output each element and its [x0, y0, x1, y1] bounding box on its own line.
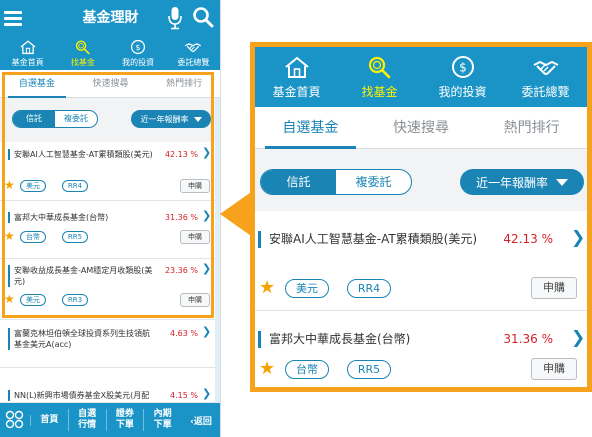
nav-order-overview[interactable]: 委託總覽 — [166, 36, 220, 70]
fund-return: 31.36 % — [503, 332, 553, 346]
apps-grid-icon[interactable] — [0, 409, 30, 431]
main-nav: 基金首頁 找基金 $ 我的投資 委託總覽 — [0, 36, 220, 70]
coin-icon: $ — [451, 55, 474, 78]
fund-row[interactable]: 富邦大中華成長基金(台幣) 31.36 % ❯ ★ 台幣 RR5 申購 — [255, 311, 587, 387]
buy-button[interactable]: 申購 — [531, 277, 577, 299]
handshake-icon — [533, 60, 558, 75]
back-label: 返回 — [193, 416, 212, 427]
home-icon — [284, 56, 309, 78]
nav-order-overview[interactable]: 委託總覽 — [504, 47, 587, 107]
fund-row[interactable]: NN(L)新興市場債券基金X股美元(月配 4.15 % ❯ — [0, 388, 215, 403]
search-fund-icon — [368, 56, 390, 78]
zoom-panel: 基金首頁 找基金 $ 我的投資 委託總覽 自選基金 快速搜尋 熱門排行 信託 複… — [250, 42, 592, 392]
back-button[interactable]: ‹返回 — [181, 414, 220, 427]
handshake-icon — [185, 42, 202, 52]
fund-name: 安聯AI人工智慧基金-AT累積類股(美元) — [258, 231, 484, 248]
fund-return: 4.63 % — [170, 329, 198, 338]
search-icon[interactable] — [192, 6, 214, 28]
trade-type-toggle: 信託 複委託 — [260, 169, 412, 195]
fund-name: NN(L)新興市場債券基金X股美元(月配 — [8, 390, 156, 401]
currency-tag: 台幣 — [285, 360, 329, 379]
toolbar-futures-order[interactable]: 內期 下單 — [143, 409, 181, 431]
fund-return: 42.13 % — [503, 232, 553, 246]
toolbar-home[interactable]: 首頁 — [30, 414, 68, 426]
chevron-right-icon[interactable]: ❯ — [571, 228, 585, 248]
search-fund-icon — [75, 40, 90, 54]
segment-sub-brokerage[interactable]: 複委託 — [336, 170, 411, 194]
nav-label: 基金首頁 — [272, 84, 321, 99]
nav-label: 委託總覽 — [521, 84, 570, 99]
highlight-box — [2, 72, 214, 318]
fund-row[interactable]: 安聯AI人工智慧基金-AT累積類股(美元) 42.13 % ❯ ★ 美元 RR4… — [255, 211, 587, 311]
nav-label: 基金首頁 — [11, 57, 44, 67]
coin-icon: $ — [131, 39, 146, 54]
nav-label: 委託總覽 — [177, 57, 210, 67]
risk-tag: RR5 — [347, 360, 391, 379]
sort-label: 近一年報酬率 — [475, 175, 548, 190]
microphone-icon[interactable] — [168, 6, 182, 30]
nav-find-fund[interactable]: 找基金 — [55, 36, 110, 70]
nav-label: 找基金 — [70, 57, 95, 67]
chevron-right-icon[interactable]: ❯ — [202, 388, 211, 400]
nav-my-investment[interactable]: $ 我的投資 — [111, 36, 166, 70]
fund-row[interactable]: 富蘭克林坦伯頓全球投資系列生技領航基金美元A(acc) 4.63 % ❯ — [0, 320, 215, 368]
tab-ranking[interactable]: 熱門排行 — [476, 107, 587, 148]
nav-label: 找基金 — [361, 84, 398, 99]
svg-text:$: $ — [136, 42, 141, 51]
star-icon[interactable]: ★ — [259, 358, 275, 379]
chevron-right-icon[interactable]: ❯ — [202, 325, 211, 338]
fund-name: 富蘭克林坦伯頓全球投資系列生技領航基金美元A(acc) — [8, 328, 156, 350]
nav-fund-home[interactable]: 基金首頁 — [255, 47, 338, 107]
home-icon — [20, 39, 36, 54]
fund-tabs-zoomed: 自選基金 快速搜尋 熱門排行 — [255, 107, 587, 149]
bottom-toolbar: 首頁 自選 行情 證券 下單 內期 下單 ‹返回 — [0, 403, 220, 437]
toolbar-stock-order[interactable]: 證券 下單 — [105, 409, 144, 431]
svg-text:$: $ — [459, 60, 467, 74]
scroll-track — [215, 98, 220, 403]
main-nav-zoomed: 基金首頁 找基金 $ 我的投資 委託總覽 — [255, 47, 587, 107]
segment-trust[interactable]: 信託 — [261, 170, 336, 194]
filter-bar-zoomed: 信託 複委託 近一年報酬率 — [255, 149, 587, 211]
nav-label: 我的投資 — [122, 57, 155, 67]
nav-find-fund[interactable]: 找基金 — [338, 47, 421, 107]
risk-tag: RR4 — [347, 279, 391, 298]
chevron-down-icon — [556, 178, 568, 186]
buy-button[interactable]: 申購 — [531, 358, 577, 380]
sort-dropdown[interactable]: 近一年報酬率 — [460, 169, 584, 195]
nav-label: 我的投資 — [438, 84, 487, 99]
tab-watchlist[interactable]: 自選基金 — [255, 107, 366, 149]
chevron-right-icon[interactable]: ❯ — [571, 328, 585, 348]
tab-quick-search[interactable]: 快速搜尋 — [366, 107, 477, 148]
app-header: 基金理財 — [0, 0, 220, 36]
callout-arrow — [220, 190, 254, 238]
currency-tag: 美元 — [285, 279, 329, 298]
star-icon[interactable]: ★ — [259, 277, 275, 298]
nav-my-investment[interactable]: $ 我的投資 — [421, 47, 504, 107]
fund-return: 4.15 % — [170, 391, 198, 400]
fund-name: 富邦大中華成長基金(台幣) — [258, 331, 484, 348]
app-title: 基金理財 — [82, 10, 139, 26]
toolbar-watchlist-quotes[interactable]: 自選 行情 — [67, 409, 106, 431]
nav-fund-home[interactable]: 基金首頁 — [0, 36, 55, 70]
